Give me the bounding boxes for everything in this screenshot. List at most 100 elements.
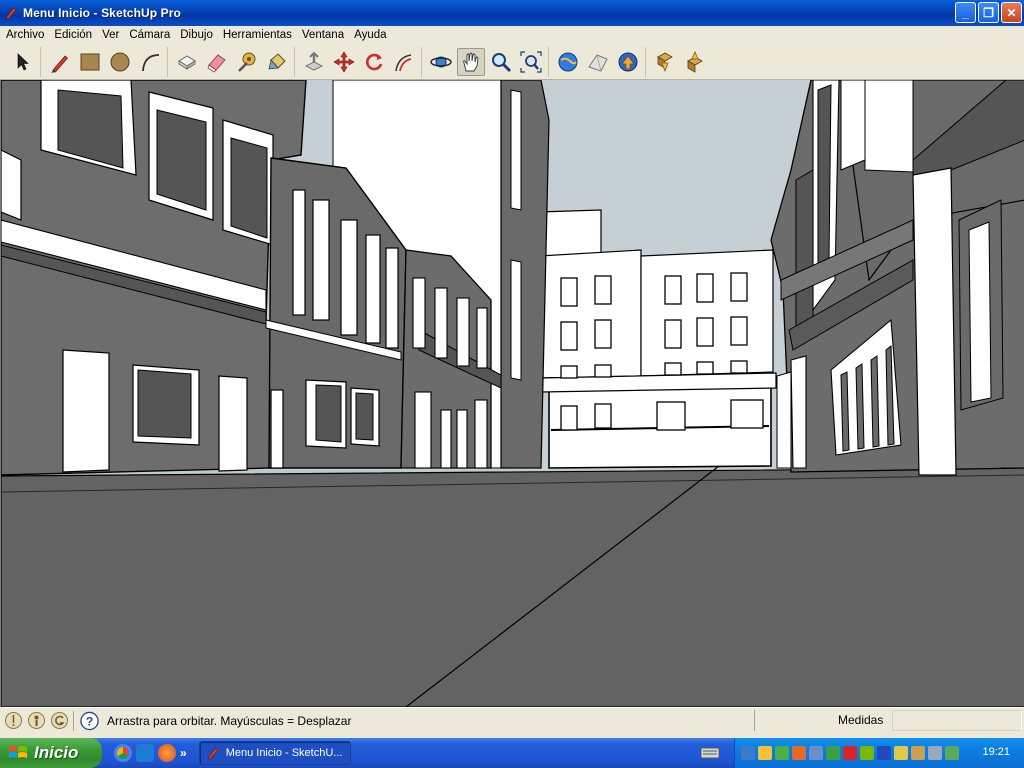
minimize-icon: _	[962, 5, 969, 20]
pan-tool-button[interactable]	[457, 48, 485, 76]
menu-edicion[interactable]: Edición	[49, 27, 97, 44]
volume-icon[interactable]	[928, 746, 942, 760]
push-pull-icon	[304, 51, 324, 71]
rectangle-tool-button[interactable]	[76, 48, 104, 76]
xgl-icon[interactable]	[894, 746, 908, 760]
shield-icon[interactable]	[758, 746, 772, 760]
zoom-tool-button[interactable]	[487, 48, 515, 76]
toggle-terrain-button[interactable]	[584, 48, 612, 76]
eraser-icon	[207, 54, 226, 73]
menu-camara[interactable]: Cámara	[124, 27, 175, 44]
select-tool-button[interactable]	[9, 48, 37, 76]
quick-launch-chevron-icon[interactable]: »	[180, 746, 187, 760]
make-component-button[interactable]	[173, 48, 201, 76]
get-current-view-button[interactable]	[554, 48, 582, 76]
status-bar: ? Arrastra para orbitar. Mayúsculas = De…	[0, 707, 1024, 733]
pencil-line-icon	[51, 55, 69, 73]
measures-label: Medidas	[838, 713, 884, 727]
taskbar-clock[interactable]: 19:21	[982, 746, 1010, 758]
update-icon[interactable]	[792, 746, 806, 760]
status-message: Arrastra para orbitar. Mayúsculas = Desp…	[107, 713, 352, 728]
street-scene-model	[1, 80, 1024, 707]
minimize-button[interactable]: _	[955, 2, 976, 23]
make-component-icon	[178, 55, 196, 70]
share-model-icon	[588, 54, 608, 72]
ie-icon[interactable]	[136, 744, 154, 762]
start-button[interactable]: Inicio	[0, 738, 102, 768]
rectangle-icon	[80, 53, 100, 71]
taskbar-item-sketchup[interactable]: Menu Inicio - SketchU...	[198, 741, 351, 765]
toolbar-group-camera	[424, 47, 549, 77]
sketchup-window: Menu Inicio - SketchUp Pro _ ❐ ✕ Archivo…	[0, 0, 1024, 768]
toolbar-group-edit	[170, 47, 295, 77]
line-tool-button[interactable]	[46, 48, 74, 76]
geo-location-button[interactable]	[4, 711, 23, 730]
share-component-icon	[687, 51, 703, 73]
tape-measure-icon	[238, 52, 256, 72]
help-question-icon: ?	[80, 711, 99, 730]
sign-in-icon	[51, 712, 68, 729]
credits-button[interactable]	[27, 711, 46, 730]
flash-icon[interactable]	[843, 746, 857, 760]
sign-in-button[interactable]	[50, 711, 69, 730]
wand-icon[interactable]	[911, 746, 925, 760]
start-label: Inicio	[34, 743, 79, 762]
messenger-icon[interactable]	[775, 746, 789, 760]
safely-remove-icon[interactable]	[945, 746, 959, 760]
bluetooth-icon[interactable]	[877, 746, 891, 760]
sketchup-task-icon	[207, 747, 219, 760]
eraser-tool-button[interactable]	[203, 48, 231, 76]
menu-ayuda[interactable]: Ayuda	[349, 27, 391, 44]
windows-flag-icon	[9, 746, 27, 758]
paint-bucket-button[interactable]	[263, 48, 291, 76]
offset-tool-button[interactable]	[390, 48, 418, 76]
sync-icon[interactable]	[826, 746, 840, 760]
display-icon[interactable]	[809, 746, 823, 760]
geo-location-icon	[5, 712, 22, 729]
place-model-button[interactable]	[614, 48, 642, 76]
push-pull-button[interactable]	[300, 48, 328, 76]
rotate-tool-button[interactable]	[360, 48, 388, 76]
menu-archivo[interactable]: Archivo	[1, 27, 49, 44]
circle-tool-button[interactable]	[106, 48, 134, 76]
firefox-icon[interactable]	[158, 744, 176, 762]
close-button[interactable]: ✕	[1001, 2, 1022, 23]
quick-launch-bar: »	[114, 744, 187, 762]
close-icon: ✕	[1006, 5, 1017, 20]
menu-ventana[interactable]: Ventana	[297, 27, 349, 44]
svg-text:?: ?	[86, 714, 94, 728]
measures-input[interactable]	[892, 710, 1022, 731]
zoom-extents-icon	[520, 51, 542, 73]
measures-divider	[754, 710, 755, 731]
google-earth-icon	[618, 52, 638, 72]
move-tool-button[interactable]	[330, 48, 358, 76]
nvidia-icon[interactable]	[860, 746, 874, 760]
network-icon[interactable]	[741, 746, 755, 760]
instructor-help-button[interactable]: ?	[80, 711, 99, 730]
window-title: Menu Inicio - SketchUp Pro	[23, 6, 181, 20]
offset-icon	[395, 54, 412, 72]
keyboard-language-icon[interactable]	[700, 746, 720, 760]
model-viewport[interactable]	[0, 80, 1024, 707]
toolbar-group-select	[6, 47, 41, 77]
right-buildings	[770, 80, 1024, 476]
restore-icon: ❐	[983, 5, 994, 20]
orbit-tool-button[interactable]	[427, 48, 455, 76]
title-bar[interactable]: Menu Inicio - SketchUp Pro _ ❐ ✕	[0, 0, 1024, 26]
menu-herramientas[interactable]: Herramientas	[218, 27, 297, 44]
toolbar-group-draw	[43, 47, 168, 77]
tape-measure-button[interactable]	[233, 48, 261, 76]
sketchup-app-icon[interactable]	[3, 5, 19, 21]
arc-tool-button[interactable]	[136, 48, 164, 76]
move-icon	[333, 51, 355, 73]
main-toolbar	[0, 45, 1024, 80]
paint-bucket-icon	[268, 53, 286, 70]
menu-ver[interactable]: Ver	[97, 27, 124, 44]
zoom-extents-button[interactable]	[517, 48, 545, 76]
get-models-button[interactable]	[651, 48, 679, 76]
menu-dibujo[interactable]: Dibujo	[175, 27, 218, 44]
credits-icon	[28, 712, 45, 729]
chrome-icon[interactable]	[114, 744, 132, 762]
maximize-button[interactable]: ❐	[978, 2, 999, 23]
share-model-button[interactable]	[681, 48, 709, 76]
